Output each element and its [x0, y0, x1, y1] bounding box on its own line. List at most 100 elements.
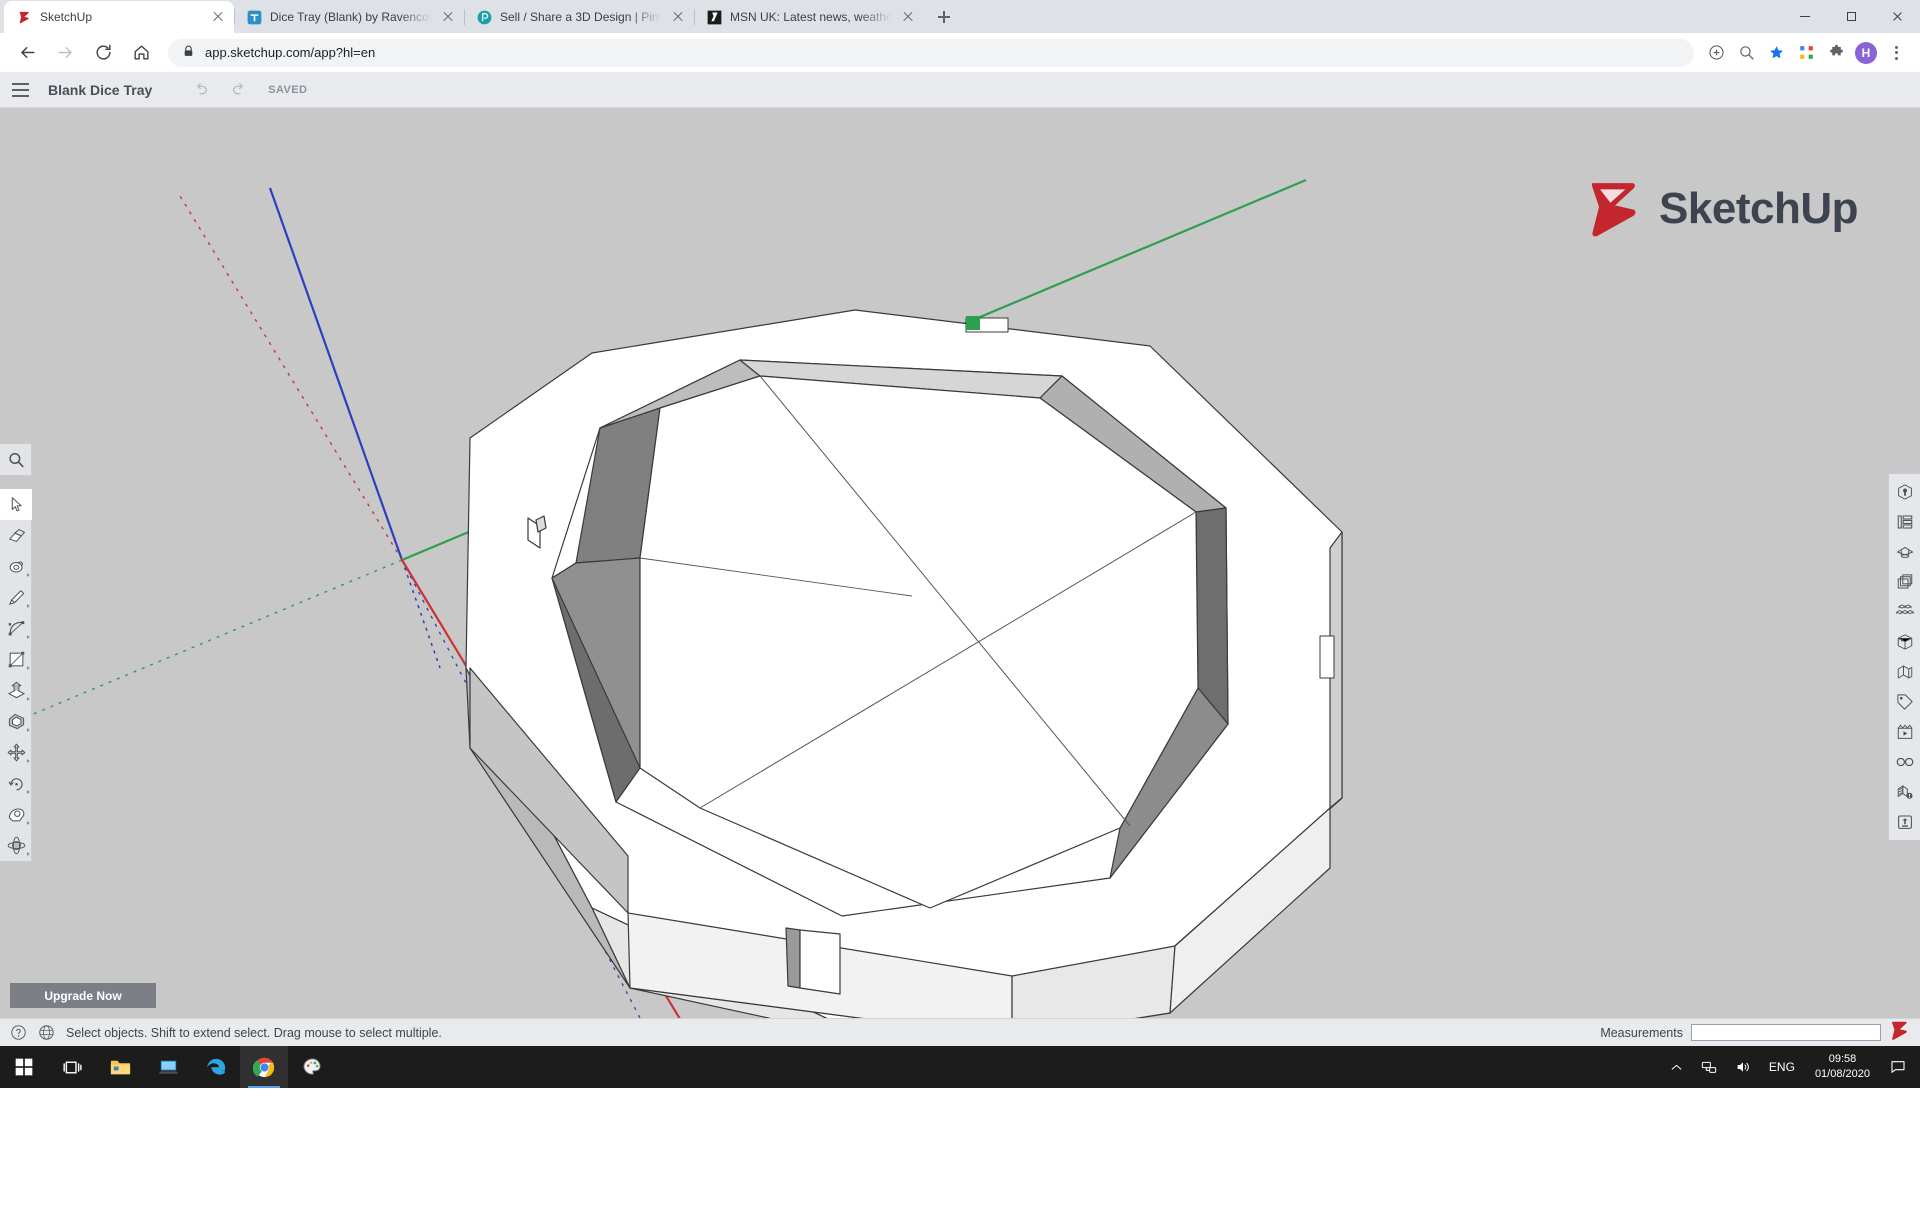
tab-close-icon[interactable] — [900, 9, 916, 25]
flyout-arrow-icon[interactable] — [27, 604, 30, 608]
scenes-icon — [1897, 724, 1913, 739]
tool-move[interactable] — [0, 737, 32, 768]
flyout-arrow-icon[interactable] — [27, 821, 30, 825]
task-view-icon[interactable] — [48, 1046, 96, 1088]
browser-tab-0[interactable]: SketchUp — [4, 1, 234, 33]
start-button-icon[interactable] — [0, 1046, 48, 1088]
language-indicator[interactable]: ENG — [1761, 1046, 1803, 1088]
chrome-icon[interactable] — [240, 1046, 288, 1088]
panel-scenes[interactable] — [1889, 717, 1920, 747]
notification-icon[interactable] — [1882, 1046, 1914, 1088]
tool-tape-measure[interactable] — [0, 799, 32, 830]
close-window-button[interactable] — [1874, 0, 1920, 32]
tool-push-pull[interactable] — [0, 675, 32, 706]
flyout-arrow-icon[interactable] — [27, 697, 30, 701]
browser-tab-1[interactable]: Dice Tray (Blank) by Ravencos27 — [234, 1, 464, 33]
panel-inspect[interactable] — [1889, 747, 1920, 777]
flyout-arrow-icon[interactable] — [27, 790, 30, 794]
apps-grid-icon[interactable] — [1792, 39, 1820, 67]
upgrade-now-button[interactable]: Upgrade Now — [10, 983, 156, 1008]
avatar[interactable]: H — [1852, 39, 1880, 67]
edge-icon[interactable] — [192, 1046, 240, 1088]
hamburger-menu-icon[interactable] — [0, 72, 40, 108]
flyout-arrow-icon[interactable] — [27, 635, 30, 639]
tool-line[interactable] — [0, 582, 32, 613]
panel-display[interactable] — [1889, 657, 1920, 687]
shadows-icon — [1897, 665, 1913, 679]
globe-icon[interactable] — [32, 1019, 60, 1047]
flyout-arrow-icon[interactable] — [27, 573, 30, 577]
back-button[interactable] — [12, 38, 42, 68]
home-button[interactable] — [126, 38, 156, 68]
tool-offset[interactable] — [0, 706, 32, 737]
address-bar[interactable]: app.sketchup.com/app?hl=en — [168, 38, 1694, 67]
bookmark-star-icon[interactable] — [1762, 39, 1790, 67]
tape-measure-icon — [8, 808, 24, 822]
tab-title: Sell / Share a 3D Design | Pinshape — [500, 10, 662, 24]
select-arrow-icon — [11, 497, 22, 512]
panel-materials[interactable] — [1889, 537, 1920, 567]
tool-rotate[interactable] — [0, 768, 32, 799]
chrome-menu-button[interactable] — [1882, 39, 1910, 67]
modeling-viewport[interactable]: SketchUp Upgrade Now — [0, 108, 1920, 1018]
share-icon[interactable] — [1702, 39, 1730, 67]
sketchup-logo-text: SketchUp — [1659, 184, 1858, 233]
tool-arc[interactable] — [0, 613, 32, 644]
volume-icon[interactable] — [1727, 1046, 1759, 1088]
tool-rectangle[interactable] — [0, 644, 32, 675]
panel-components[interactable] — [1889, 597, 1920, 627]
tab-close-icon[interactable] — [670, 9, 686, 25]
reload-button[interactable] — [88, 38, 118, 68]
browser-tab-3[interactable]: MSN UK: Latest news, weather, H — [694, 1, 924, 33]
extensions-puzzle-icon[interactable] — [1822, 39, 1850, 67]
forward-button[interactable] — [50, 38, 80, 68]
network-icon[interactable] — [1693, 1046, 1725, 1088]
left-tool-palette — [0, 488, 32, 862]
tab-close-icon[interactable] — [210, 9, 226, 25]
minimize-button[interactable] — [1782, 0, 1828, 32]
tool-eraser[interactable] — [0, 520, 32, 551]
tab-close-icon[interactable] — [440, 9, 456, 25]
tool-paint[interactable] — [0, 551, 32, 582]
pencil-icon — [8, 590, 24, 605]
redo-icon[interactable] — [220, 72, 258, 108]
materials-icon — [1896, 546, 1914, 558]
flyout-arrow-icon[interactable] — [27, 666, 30, 670]
maximize-button[interactable] — [1828, 0, 1874, 32]
desktop-background — [0, 1088, 1920, 1220]
clock[interactable]: 09:58 01/08/2020 — [1805, 1046, 1880, 1088]
dice-tray-model — [465, 309, 1343, 1018]
show-hidden-icons[interactable] — [1662, 1046, 1691, 1088]
tab-strip: SketchUp Dice Tray (Blank) by Ravencos27… — [0, 0, 1920, 33]
panel-entity-info[interactable] — [1889, 477, 1920, 507]
panel-instructor[interactable] — [1889, 807, 1920, 837]
flyout-arrow-icon[interactable] — [27, 759, 30, 763]
panel-outliner[interactable] — [1889, 507, 1920, 537]
panel-model-info[interactable] — [1889, 777, 1920, 807]
file-explorer-icon[interactable] — [96, 1046, 144, 1088]
offset-icon — [8, 713, 24, 730]
paint-icon[interactable] — [288, 1046, 336, 1088]
undo-icon[interactable] — [182, 72, 220, 108]
remote-desktop-icon[interactable] — [144, 1046, 192, 1088]
model-canvas[interactable] — [0, 108, 1920, 1018]
browser-tab-2[interactable]: Sell / Share a 3D Design | Pinshape — [464, 1, 694, 33]
flyout-arrow-icon[interactable] — [27, 852, 30, 856]
panel-tags[interactable] — [1889, 687, 1920, 717]
instructor-icon — [1898, 815, 1912, 829]
measurements-input[interactable] — [1691, 1024, 1881, 1041]
tool-orbit[interactable] — [0, 830, 32, 861]
sketchup-brand-logo: SketchUp — [1583, 178, 1858, 240]
panel-views[interactable] — [1889, 627, 1920, 657]
panel-styles[interactable] — [1889, 567, 1920, 597]
question-circle-icon[interactable] — [4, 1019, 32, 1047]
glasses-icon — [1896, 757, 1914, 767]
clock-date: 01/08/2020 — [1814, 1068, 1870, 1080]
tool-select[interactable] — [0, 489, 32, 520]
tool-search-button[interactable] — [0, 443, 32, 476]
new-tab-button[interactable] — [930, 3, 958, 31]
flyout-arrow-icon[interactable] — [27, 728, 30, 732]
sketchup-logo-icon — [1889, 1020, 1910, 1046]
components-icon — [1896, 604, 1914, 615]
zoom-icon[interactable] — [1732, 39, 1760, 67]
